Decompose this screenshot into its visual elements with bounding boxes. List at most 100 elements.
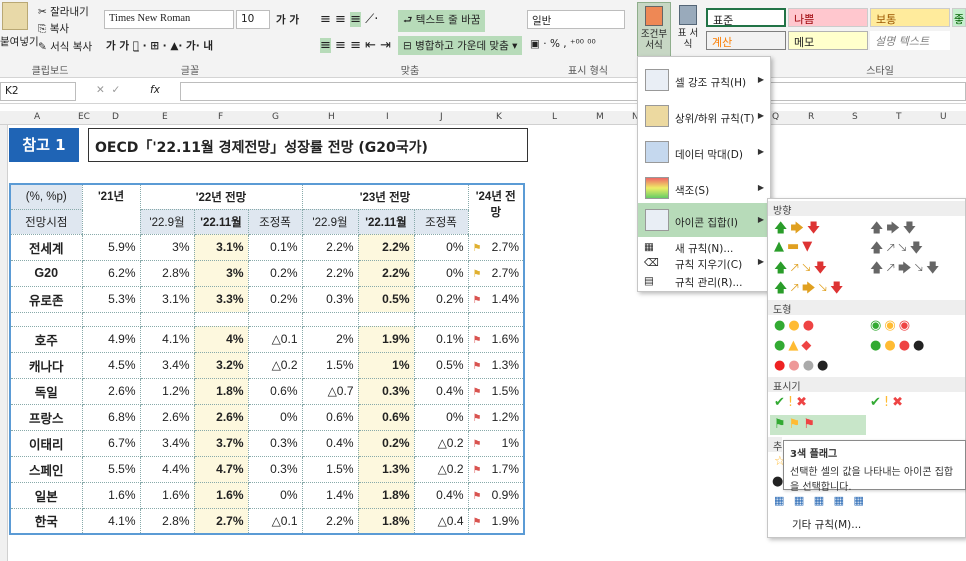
value-cell[interactable]: 0.2%	[248, 260, 303, 287]
value-cell[interactable]: 3.3%	[194, 286, 249, 313]
cancel-icon[interactable]: ✕ ✓	[96, 84, 120, 96]
value-cell[interactable]: 0%	[414, 404, 469, 431]
value-cell[interactable]: 4.1%	[140, 326, 195, 353]
value-cell[interactable]: 0%	[248, 482, 303, 509]
col-a[interactable]: A	[34, 112, 40, 122]
name-box[interactable]: K2	[0, 82, 76, 101]
country-cell[interactable]: 캐나다	[10, 352, 83, 379]
more-rules-link[interactable]: 기타 규칙(M)...	[792, 517, 861, 532]
value-cell[interactable]: ⚑ 1.3%	[468, 352, 525, 379]
value-cell[interactable]: 1%	[358, 352, 415, 379]
value-cell[interactable]: ⚑ 1.7%	[468, 456, 525, 483]
value-cell[interactable]: 0.2%	[248, 286, 303, 313]
value-cell[interactable]: 1.8%	[358, 508, 415, 535]
value-cell[interactable]: 1.6%	[82, 482, 141, 509]
style-neutral[interactable]: 보통	[870, 8, 950, 27]
country-cell[interactable]: 프랑스	[10, 404, 83, 431]
menu-manage-rules[interactable]: ▤ 규칙 관리(R)...	[638, 275, 770, 291]
value-cell[interactable]: 2.2%	[358, 234, 415, 261]
col-f[interactable]: F	[218, 112, 223, 122]
value-cell[interactable]: ⚑ 2.7%	[468, 260, 525, 287]
value-cell[interactable]: 0.4%	[414, 378, 469, 405]
value-cell[interactable]: 1.8%	[194, 378, 249, 405]
value-cell[interactable]: 3.7%	[194, 430, 249, 457]
menu-data-bars[interactable]: 데이터 막대(D) ▶	[638, 135, 770, 169]
style-memo[interactable]: 메모	[788, 31, 868, 50]
value-cell[interactable]: 2.6%	[194, 404, 249, 431]
menu-topbottom-rules[interactable]: 상위/하위 규칙(T) ▶	[638, 99, 770, 133]
merge-center-button[interactable]: ⊟ 병합하고 가운데 맞춤 ▾	[398, 36, 523, 55]
icon-set-3traffic-lights[interactable]: ●●●	[774, 318, 817, 333]
paste-icon[interactable]	[2, 2, 28, 30]
col-e[interactable]: E	[162, 112, 168, 122]
value-cell[interactable]: 4.1%	[82, 508, 141, 535]
number-format-select[interactable]: 일반	[527, 10, 625, 29]
country-cell[interactable]: 독일	[10, 378, 83, 405]
col-l[interactable]: L	[552, 112, 557, 122]
value-cell[interactable]: △0.1	[248, 508, 303, 535]
value-cell[interactable]: 0%	[248, 404, 303, 431]
value-cell[interactable]: ⚑ 1.4%	[468, 286, 525, 313]
value-cell[interactable]: ⚑ 1.5%	[468, 378, 525, 405]
value-cell[interactable]: 0.3%	[248, 456, 303, 483]
icon-set-4arrows-gray[interactable]: 🡅🡕🡖🡇	[870, 239, 926, 261]
cut-button[interactable]: ✂ 잘라내기	[38, 4, 89, 19]
value-cell[interactable]: 1.9%	[358, 326, 415, 353]
value-cell[interactable]: ⚑ 0.9%	[468, 482, 525, 509]
align-center-button[interactable]: ≡ ≡ ≡ ⇤ ⇥	[320, 38, 391, 53]
value-cell[interactable]: 0.6%	[248, 378, 303, 405]
value-cell[interactable]: 0.5%	[414, 352, 469, 379]
menu-color-scales[interactable]: 색조(S) ▶	[638, 171, 770, 205]
value-cell[interactable]: ⚑ 1%	[468, 430, 525, 457]
icon-set-5boxes[interactable]: ▦ ▦ ▦ ▦ ▦	[774, 494, 867, 507]
col-t[interactable]: T	[896, 112, 902, 122]
value-cell[interactable]: 3.4%	[140, 430, 195, 457]
value-cell[interactable]: 4.9%	[82, 326, 141, 353]
value-cell[interactable]: 0%	[414, 260, 469, 287]
country-cell[interactable]: 한국	[10, 508, 83, 535]
icon-set-4traffic-lights[interactable]: ●●●●	[870, 338, 927, 353]
value-cell[interactable]: 0.4%	[414, 482, 469, 509]
value-cell[interactable]: 1.4%	[302, 482, 359, 509]
icon-set-3arrows-gray[interactable]: 🡅🡆🡇	[870, 219, 919, 241]
icon-set-3triangles[interactable]: ▲▬▼	[774, 239, 815, 254]
value-cell[interactable]: 0.5%	[358, 286, 415, 313]
col-i[interactable]: I	[386, 112, 389, 122]
value-cell[interactable]: △0.7	[302, 378, 359, 405]
value-cell[interactable]: 2%	[302, 326, 359, 353]
col-r[interactable]: R	[808, 112, 814, 122]
paste-button[interactable]: 붙여넣기	[0, 34, 39, 49]
value-cell[interactable]: 3.1%	[140, 286, 195, 313]
value-cell[interactable]: 1.5%	[302, 456, 359, 483]
value-cell[interactable]: △0.2	[414, 430, 469, 457]
col-u[interactable]: U	[940, 112, 947, 122]
value-cell[interactable]: 2.6%	[82, 378, 141, 405]
icon-set-5arrows[interactable]: 🡅🡕🡆🡖🡇	[774, 279, 846, 301]
value-cell[interactable]: 2.8%	[140, 260, 195, 287]
value-cell[interactable]: 3.4%	[140, 352, 195, 379]
value-cell[interactable]: 0.2%	[414, 286, 469, 313]
value-cell[interactable]: △0.4	[414, 508, 469, 535]
grow-font-button[interactable]: 가 가	[276, 12, 299, 27]
col-h[interactable]: H	[328, 112, 335, 122]
col-k[interactable]: K	[496, 112, 502, 122]
style-normal[interactable]: 표준	[706, 8, 786, 27]
style-bad[interactable]: 나쁨	[788, 8, 868, 27]
style-explanatory[interactable]: 설명 텍스트	[870, 31, 950, 50]
menu-highlight-rules[interactable]: 셀 강조 규칙(H) ▶	[638, 63, 770, 97]
value-cell[interactable]: 2.6%	[140, 404, 195, 431]
value-cell[interactable]: 1.8%	[358, 482, 415, 509]
icon-set-red-to-black[interactable]: ●●●●	[774, 358, 831, 373]
icon-set-5arrows-gray[interactable]: 🡅🡕🡆🡖🡇	[870, 259, 942, 281]
value-cell[interactable]: 0%	[414, 234, 469, 261]
value-cell[interactable]: 5.3%	[82, 286, 141, 313]
value-cell[interactable]: 1.2%	[140, 378, 195, 405]
col-j[interactable]: J	[440, 112, 443, 122]
value-cell[interactable]: 4.4%	[140, 456, 195, 483]
icon-set-3flags-selected[interactable]: ⚑⚑⚑	[770, 415, 866, 435]
value-cell[interactable]: △0.2	[248, 352, 303, 379]
format-painter-button[interactable]: ✎ 서식 복사	[38, 39, 92, 54]
value-cell[interactable]: 6.7%	[82, 430, 141, 457]
icon-set-3arrows[interactable]: 🡅🡆🡇	[774, 219, 823, 241]
value-cell[interactable]: 2.7%	[194, 508, 249, 535]
